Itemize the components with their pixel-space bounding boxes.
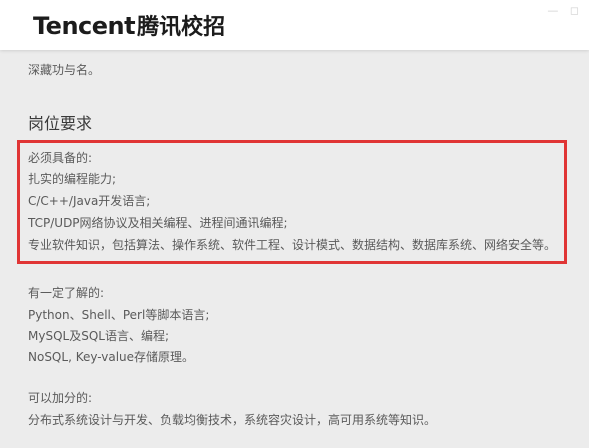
preferred-heading: 有一定了解的: <box>28 286 105 300</box>
bonus-item: 分布式系统设计与开发、负载均衡技术，系统容灾设计，高可用系统等知识。 <box>28 413 437 427</box>
logo-text-en: Tencent <box>33 12 136 40</box>
highlight-box <box>17 140 567 264</box>
preferred-item: Python、Shell、Perl等脚本语言; <box>28 308 210 322</box>
bonus-heading: 可以加分的: <box>28 391 93 405</box>
window-controls-icon[interactable]: — ◻ <box>547 4 583 17</box>
intro-tail-text: 深藏功与名。 <box>28 63 101 77</box>
section-title: 岗位要求 <box>28 114 93 133</box>
tencent-logo[interactable]: Tencent 腾讯校招 <box>33 9 225 41</box>
logo-text-cn: 腾讯校招 <box>137 15 226 40</box>
preferred-item: MySQL及SQL语言、编程; <box>28 329 169 343</box>
preferred-item: NoSQL, Key-value存储原理。 <box>28 350 195 364</box>
site-header: Tencent 腾讯校招 — ◻ <box>0 0 589 50</box>
